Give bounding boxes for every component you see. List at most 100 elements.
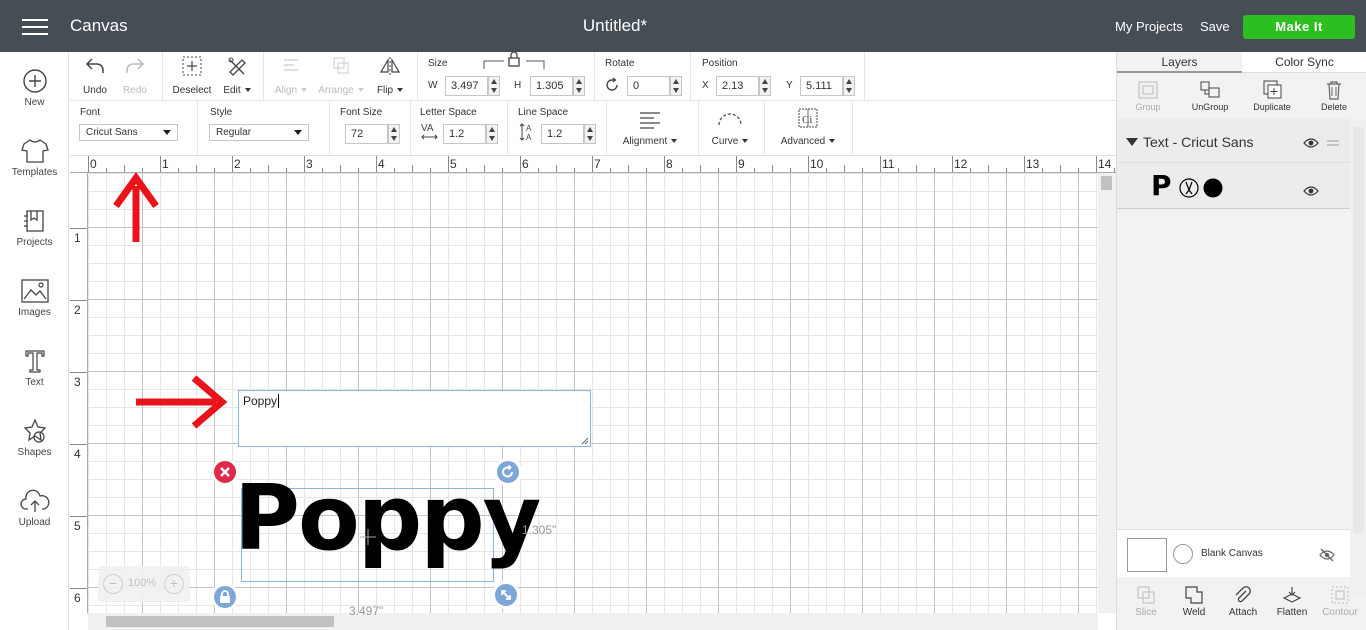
curve-dropdown[interactable]: Curve	[705, 107, 755, 147]
delete-handle-icon[interactable]	[211, 458, 239, 486]
eye-icon[interactable]	[1303, 185, 1319, 197]
sidebar-item-text[interactable]: Text	[0, 348, 69, 388]
rotate-handle-icon[interactable]	[494, 458, 522, 486]
alignment-dropdown[interactable]: Alignment	[615, 109, 685, 147]
ruler-major-tick	[376, 156, 377, 172]
font-size-input[interactable]: 72	[345, 124, 388, 144]
collapse-triangle-icon[interactable]	[1126, 138, 1138, 146]
save-button[interactable]: Save	[1200, 19, 1230, 34]
vertical-scrollbar-thumb[interactable]	[1101, 176, 1112, 190]
ruler-top-label: 2	[234, 157, 241, 171]
y-position-stepper[interactable]	[843, 76, 855, 96]
sidebar-item-templates[interactable]: Templates	[0, 138, 69, 178]
contour-button[interactable]: Contour	[1315, 585, 1365, 618]
delete-button[interactable]: Delete	[1303, 80, 1365, 112]
ungroup-button[interactable]: UnGroup	[1179, 80, 1241, 112]
slice-button[interactable]: Slice	[1121, 585, 1171, 618]
redo-button[interactable]: Redo	[120, 56, 150, 96]
y-position-input[interactable]: 5.111	[800, 76, 843, 96]
ruler-top-label: 4	[378, 157, 385, 171]
weld-button[interactable]: Weld	[1169, 585, 1219, 618]
sidebar-item-images[interactable]: Images	[0, 278, 69, 318]
letter-space-stepper[interactable]	[486, 124, 498, 144]
deselect-button[interactable]: Deselect	[170, 56, 214, 96]
deselect-label: Deselect	[172, 85, 212, 96]
canvas-swatch[interactable]	[1127, 538, 1167, 572]
canvas-text-object[interactable]: Poppy	[234, 474, 541, 564]
width-stepper[interactable]	[488, 76, 500, 96]
width-input[interactable]: 3.497	[445, 76, 488, 96]
ruler-top-label: 13	[1026, 157, 1040, 171]
font-label: Font	[80, 107, 101, 118]
ruler-minor-tick	[1042, 168, 1043, 172]
lock-handle-icon[interactable]	[211, 583, 239, 611]
edit-dropdown[interactable]: Edit	[220, 56, 254, 96]
write-tool-icon[interactable]	[1179, 178, 1199, 198]
x-position-stepper[interactable]	[759, 76, 771, 96]
horizontal-scrollbar-thumb[interactable]	[106, 616, 334, 627]
vertical-scrollbar[interactable]	[1098, 173, 1116, 613]
ruler-minor-tick	[898, 168, 899, 172]
blank-canvas-row[interactable]: Blank Canvas	[1117, 529, 1350, 577]
letter-space-icon: VA	[421, 123, 438, 140]
scale-handle-icon[interactable]	[492, 581, 520, 609]
rotate-stepper[interactable]	[670, 76, 682, 96]
ruler-minor-tick	[322, 168, 323, 172]
ruler-major-tick	[880, 156, 881, 172]
eye-hidden-icon[interactable]	[1319, 548, 1335, 562]
layer-row[interactable]: P	[1117, 163, 1350, 209]
make-it-button[interactable]: Make It	[1243, 15, 1355, 39]
height-input[interactable]: 1.305	[530, 76, 573, 96]
canvas-color-circle[interactable]	[1173, 544, 1193, 564]
ruler-minor-tick	[988, 165, 989, 172]
resize-grip-icon[interactable]	[581, 437, 589, 445]
letter-space-input[interactable]: 1.2	[443, 124, 486, 144]
weld-label: Weld	[1182, 607, 1206, 618]
font-select[interactable]: Cricut Sans	[79, 124, 178, 141]
zoom-in-button[interactable]: +	[164, 574, 184, 594]
top-ruler: 0 1 2 3 4 5 6 7 8 9 10 11 12 13 14	[70, 156, 1116, 173]
ruler-minor-tick	[682, 168, 683, 172]
ruler-major-tick	[448, 156, 449, 172]
height-stepper[interactable]	[573, 76, 585, 96]
sidebar-item-projects[interactable]: Projects	[0, 208, 69, 248]
ruler-minor-tick	[430, 168, 431, 172]
advanced-dropdown[interactable]: Ci Advanced	[775, 106, 841, 147]
horizontal-scrollbar[interactable]	[88, 613, 1098, 630]
tab-color-sync[interactable]: Color Sync	[1242, 52, 1366, 73]
toolbar-divider	[197, 101, 198, 156]
align-dropdown[interactable]: Align	[270, 56, 312, 96]
sidebar-item-shapes[interactable]: Shapes	[0, 418, 69, 458]
layer-group-row[interactable]: Text - Cricut Sans	[1117, 119, 1350, 163]
flip-dropdown[interactable]: Flip	[372, 56, 408, 96]
zoom-out-button[interactable]: −	[103, 574, 123, 594]
undo-button[interactable]: Undo	[80, 56, 110, 96]
my-projects-link[interactable]: My Projects	[1115, 19, 1183, 34]
text-edit-box[interactable]: Poppy	[238, 390, 591, 447]
x-position-input[interactable]: 2.13	[716, 76, 759, 96]
eye-icon[interactable]	[1303, 137, 1319, 149]
center-crosshair-icon	[360, 529, 376, 545]
design-canvas[interactable]: 0 1 2 3 4 5 6 7 8 9 10 11 12 13 14 123456 Poppy Poppy …	[70, 156, 1116, 630]
font-size-stepper[interactable]	[388, 124, 400, 144]
width-label: W	[428, 80, 438, 91]
sidebar-item-upload[interactable]: Upload	[0, 488, 69, 528]
layers-panel: Layers Color Sync Group UnGroup Duplicat…	[1116, 52, 1366, 630]
layers-scrollbar[interactable]	[1350, 119, 1366, 597]
attach-button[interactable]: Attach	[1218, 585, 1268, 618]
layers-scrollbar-thumb[interactable]	[1353, 127, 1364, 533]
lock-aspect-icon[interactable]	[482, 52, 548, 70]
flatten-button[interactable]: Flatten	[1267, 585, 1317, 618]
sidebar-item-new[interactable]: New	[0, 68, 69, 108]
rotate-input[interactable]: 0	[627, 76, 670, 96]
color-swatch-icon[interactable]	[1203, 178, 1223, 198]
line-space-input[interactable]: 1.2	[541, 124, 584, 144]
arrange-dropdown[interactable]: Arrange	[316, 56, 366, 96]
duplicate-button[interactable]: Duplicate	[1241, 80, 1303, 112]
tab-layers[interactable]: Layers	[1117, 52, 1242, 73]
drag-handle-icon[interactable]	[1327, 139, 1339, 147]
line-space-stepper[interactable]	[584, 124, 596, 144]
style-select[interactable]: Regular	[209, 124, 309, 141]
group-button[interactable]: Group	[1117, 80, 1179, 112]
sidebar-item-label: Templates	[11, 167, 58, 178]
